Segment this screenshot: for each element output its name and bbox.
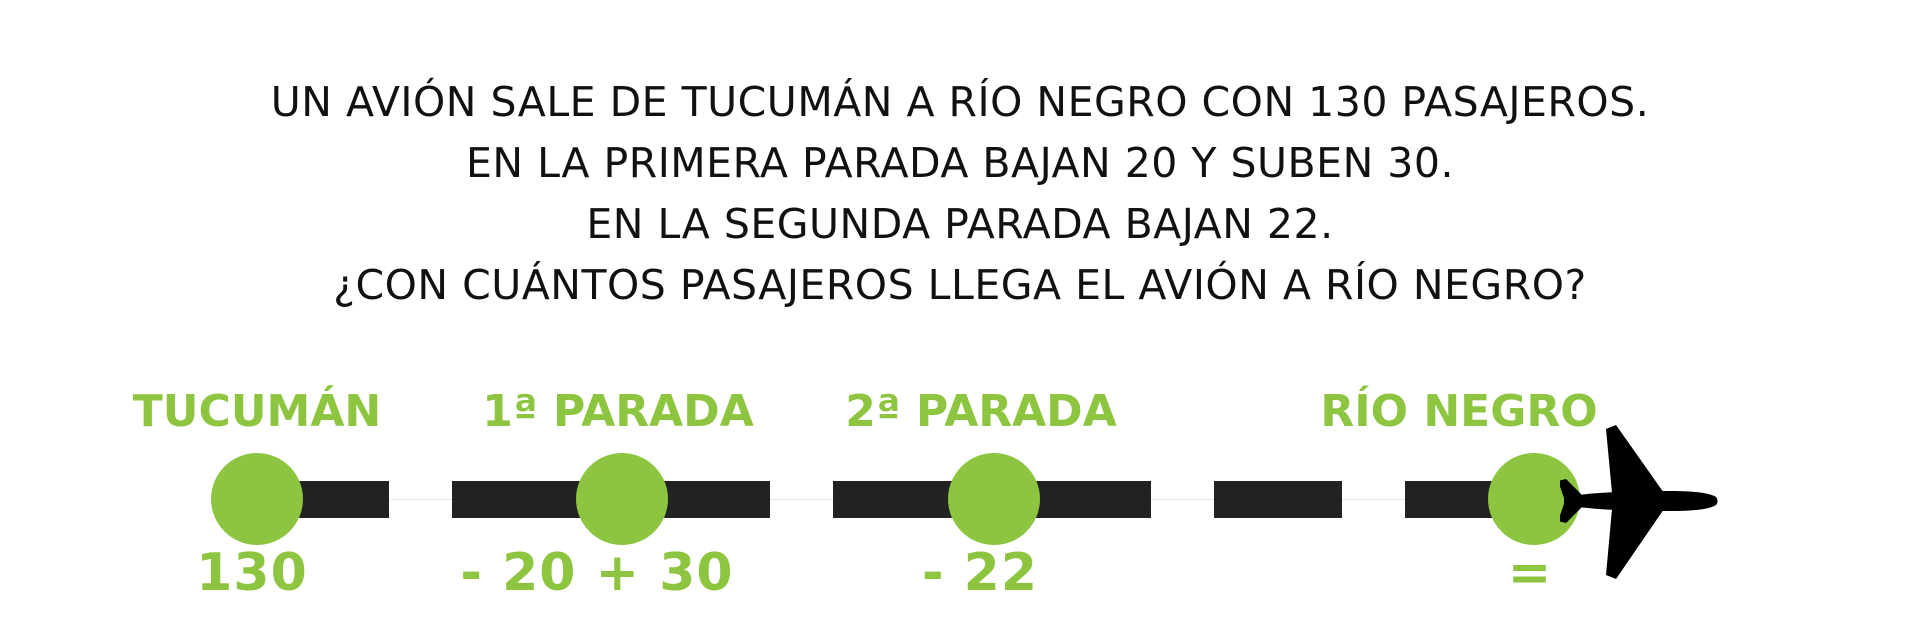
stop-value-second-stop: - 22 <box>921 543 1039 603</box>
stop-label-tucuman: TUCUMÁN <box>132 386 382 437</box>
route-gap-line <box>1342 499 1405 500</box>
stop-label-second-stop: 2ª PARADA <box>845 386 1117 437</box>
route-segment <box>1214 481 1342 518</box>
route-diagram: TUCUMÁN 1ª PARADA 2ª PARADA RÍO NEGRO 13… <box>0 0 1920 628</box>
route-gap-line <box>389 499 452 500</box>
stop-value-rio-negro: = <box>1507 543 1553 603</box>
stop-label-first-stop: 1ª PARADA <box>482 386 754 437</box>
stop-dot-first-stop <box>576 453 668 545</box>
airplane-icon <box>1560 425 1718 579</box>
route-gap-line <box>770 499 833 500</box>
stop-value-tucuman: 130 <box>196 543 308 603</box>
stop-dot-tucuman <box>211 453 303 545</box>
stop-value-first-stop: - 20 + 30 <box>460 543 734 603</box>
stop-label-rio-negro: RÍO NEGRO <box>1320 386 1598 437</box>
route-gap-line <box>1151 499 1214 500</box>
stop-dot-second-stop <box>948 453 1040 545</box>
